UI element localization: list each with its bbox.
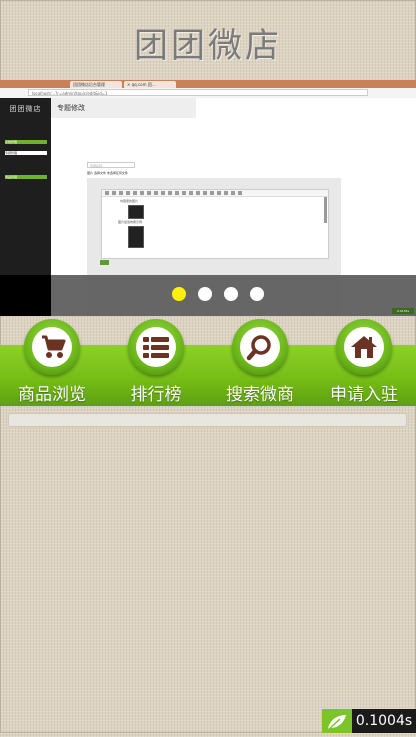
main-nav: 商品浏览 排行榜 搜索微商 申请入驻 xyxy=(0,316,416,406)
browser-tabbar: 团团微店后台管理 ✕ qq.com 团… xyxy=(0,80,416,88)
leaf-icon xyxy=(322,709,352,733)
nav-item-apply-join[interactable]: 申请入驻 xyxy=(312,316,416,406)
slider-dot-2[interactable] xyxy=(198,287,212,301)
editor-scrollbar xyxy=(324,197,327,223)
slider-dot-1[interactable] xyxy=(172,287,186,301)
nav-circle xyxy=(24,319,80,375)
slider-dot-3[interactable] xyxy=(224,287,238,301)
nav-circle xyxy=(232,319,288,375)
nav-label: 申请入驻 xyxy=(330,385,398,405)
nav-item-ranking[interactable]: 排行榜 xyxy=(104,316,208,406)
slider-dot-4[interactable] xyxy=(250,287,264,301)
admin-logo: 团团微店 xyxy=(9,105,42,113)
editor-image xyxy=(128,205,144,219)
nav-label: 搜索微商 xyxy=(226,385,294,405)
content-strip xyxy=(8,413,407,427)
browser-tab: 团团微店后台管理 xyxy=(70,81,122,88)
sidebar-item: 商品管理 xyxy=(5,175,47,179)
overlay-sidebar xyxy=(0,275,51,316)
home-icon xyxy=(344,327,384,367)
sidebar-item: 专题管理 xyxy=(5,151,47,155)
address-text: localhost/...?r=admin/topic/edit&id=1 xyxy=(28,89,368,96)
site-title: 团团微店 xyxy=(134,26,282,66)
stroller-icon xyxy=(32,327,72,367)
search-icon xyxy=(240,327,280,367)
nav-circle xyxy=(128,319,184,375)
editor-image xyxy=(128,226,144,248)
upload-label: 图片 选择文件 未选择任何文件 xyxy=(87,171,128,175)
list-icon xyxy=(136,327,176,367)
nav-label: 商品浏览 xyxy=(18,385,86,405)
slider-status-text: 0.0135s xyxy=(392,308,414,314)
nav-item-browse-products[interactable]: 商品浏览 xyxy=(0,316,104,406)
editor-caption: 图片加载效果示例 xyxy=(118,220,143,224)
editor-canvas: 内容里的图片 图片加载效果示例 xyxy=(101,189,329,259)
admin-page-heading: 专题修改 xyxy=(51,98,196,118)
editor-toolbar xyxy=(102,190,328,197)
banner-slider[interactable]: 团团微店后台管理 ✕ qq.com 团… localhost/...?r=adm… xyxy=(0,80,416,316)
browser-tab: ✕ qq.com 团… xyxy=(124,81,176,88)
submit-button xyxy=(100,260,109,265)
load-timer: 0.1004s xyxy=(322,709,416,733)
nav-label: 排行榜 xyxy=(130,385,182,405)
nav-item-search-sellers[interactable]: 搜索微商 xyxy=(208,316,312,406)
editor-caption: 内容里的图片 xyxy=(120,199,139,203)
topic-name-input: 专题名称 xyxy=(87,162,135,168)
nav-circle xyxy=(336,319,392,375)
timer-value: 0.1004s xyxy=(352,709,416,733)
sidebar-item: 系统管理 xyxy=(5,140,47,144)
